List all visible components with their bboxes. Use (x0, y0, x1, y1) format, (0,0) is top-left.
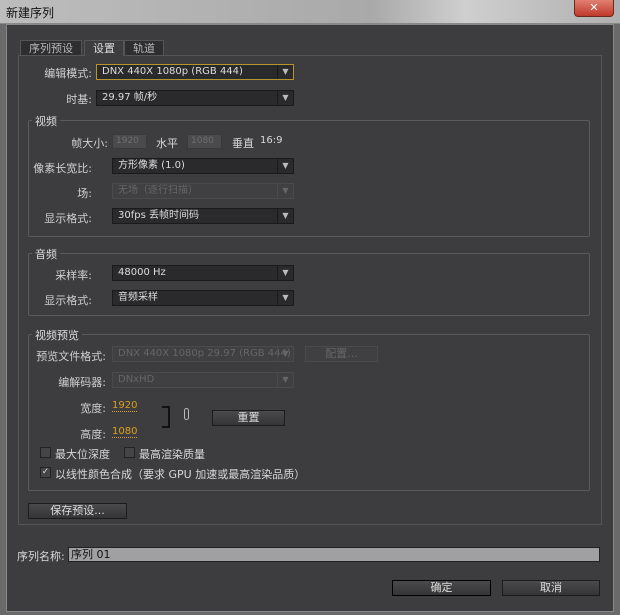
chevron-down-icon: ▼ (277, 184, 293, 198)
cancel-button[interactable]: 取消 (502, 580, 600, 596)
close-button[interactable]: ✕ (574, 0, 614, 17)
sample-rate-value: 48000 Hz (118, 267, 166, 278)
edit-mode-value: DNX 440X 1080p (RGB 444) (102, 66, 243, 77)
pixel-aspect-label: 像素长宽比: (33, 162, 92, 175)
pixel-aspect-dropdown[interactable]: 方形像素 (1.0) ▼ (112, 158, 294, 174)
frame-height-input[interactable]: 1080 (187, 134, 222, 149)
edit-mode-dropdown[interactable]: DNX 440X 1080p (RGB 444) ▼ (96, 64, 294, 80)
max-bit-depth-checkbox[interactable] (40, 447, 51, 458)
field-dropdown[interactable]: 无场（逐行扫描） ▼ (112, 183, 294, 199)
vertical-label: 垂直 (232, 137, 254, 150)
sequence-name-input[interactable]: 序列 01 (68, 547, 600, 562)
display-format-dropdown[interactable]: 30fps 丢帧时间码 ▼ (112, 208, 294, 224)
preview-file-format-label: 预览文件格式: (36, 350, 106, 363)
linear-color-checkbox[interactable]: ✓ (40, 467, 51, 478)
chain-link-icon[interactable] (184, 408, 189, 420)
max-bit-depth-label: 最大位深度 (55, 448, 110, 461)
display-format-value: 30fps 丢帧时间码 (118, 210, 199, 221)
max-render-quality-label: 最高渲染质量 (139, 448, 205, 461)
chevron-down-icon: ▼ (277, 266, 293, 280)
timebase-dropdown[interactable]: 29.97 帧/秒 ▼ (96, 90, 294, 106)
tab-sequence-presets[interactable]: 序列预设 (20, 40, 82, 56)
audio-group (28, 253, 590, 316)
height-value[interactable]: 1080 (112, 426, 138, 438)
chevron-down-icon: ▼ (277, 347, 293, 361)
sample-rate-dropdown[interactable]: 48000 Hz ▼ (112, 265, 294, 281)
timebase-value: 29.97 帧/秒 (102, 92, 158, 103)
codec-label: 编解码器: (58, 376, 106, 389)
chevron-down-icon: ▼ (277, 291, 293, 305)
horizontal-label: 水平 (156, 137, 178, 150)
sample-rate-label: 采样率: (55, 269, 92, 282)
tab-tracks[interactable]: 轨道 (124, 40, 164, 56)
save-preset-button[interactable]: 保存预设... (28, 503, 127, 519)
chevron-down-icon: ▼ (277, 91, 293, 105)
sequence-name-label: 序列名称: (17, 550, 65, 563)
preview-file-format-value: DNX 440X 1080p 29.97 (RGB 444) (118, 348, 291, 359)
chevron-down-icon: ▼ (277, 209, 293, 223)
field-label: 场: (77, 187, 92, 200)
timebase-label: 时基: (66, 93, 92, 106)
reset-button[interactable]: 重置 (212, 410, 285, 426)
codec-dropdown[interactable]: DNxHD ▼ (112, 372, 294, 388)
width-value[interactable]: 1920 (112, 400, 138, 412)
configure-button[interactable]: 配置... (305, 346, 378, 362)
max-render-quality-checkbox[interactable] (124, 447, 135, 458)
ok-button[interactable]: 确定 (392, 580, 491, 596)
tab-settings[interactable]: 设置 (84, 40, 124, 56)
codec-value: DNxHD (118, 374, 155, 385)
chevron-down-icon: ▼ (277, 159, 293, 173)
width-label: 宽度: (80, 402, 106, 415)
video-preview-group-title: 视频预览 (32, 327, 82, 343)
pixel-aspect-value: 方形像素 (1.0) (118, 160, 185, 171)
display-format-label: 显示格式: (44, 212, 92, 225)
field-value: 无场（逐行扫描） (118, 185, 198, 196)
edit-mode-label: 编辑模式: (44, 67, 92, 80)
audio-group-title: 音频 (32, 246, 60, 262)
audio-display-format-label: 显示格式: (44, 294, 92, 307)
linear-color-label: 以线性颜色合成（要求 GPU 加速或最高渲染品质） (55, 468, 306, 481)
aspect-ratio: 16:9 (260, 135, 283, 146)
frame-size-label: 帧大小: (71, 137, 108, 150)
frame-width-input[interactable]: 1920 (112, 134, 147, 149)
chevron-down-icon: ▼ (277, 65, 293, 79)
window-title: 新建序列 (6, 6, 55, 20)
title-bar (0, 0, 620, 24)
preview-file-format-dropdown[interactable]: DNX 440X 1080p 29.97 (RGB 444) ▼ (112, 346, 294, 362)
audio-display-format-dropdown[interactable]: 音频采样 ▼ (112, 290, 294, 306)
link-bracket (162, 406, 170, 428)
height-label: 高度: (80, 428, 106, 441)
video-group-title: 视频 (32, 113, 60, 129)
chevron-down-icon: ▼ (277, 373, 293, 387)
audio-display-format-value: 音频采样 (118, 292, 158, 303)
